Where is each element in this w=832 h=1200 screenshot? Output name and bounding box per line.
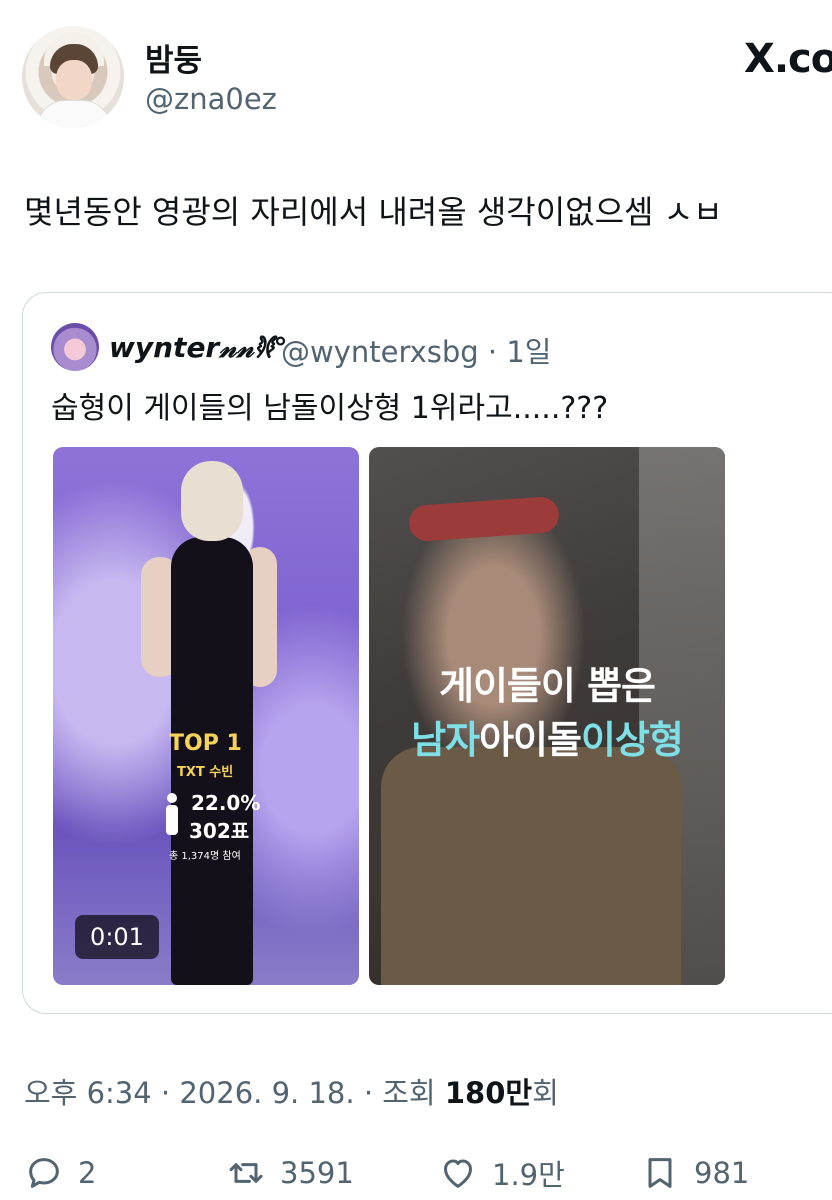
x-logo: X.co xyxy=(744,36,832,82)
like-button[interactable]: 1.9만 xyxy=(438,1150,565,1196)
reply-button[interactable]: 2 xyxy=(24,1150,96,1196)
retweet-icon xyxy=(229,1163,263,1183)
video-overlay-rank: TOP 1 xyxy=(169,731,242,756)
bookmark-button[interactable]: 981 xyxy=(640,1150,749,1196)
author-handle[interactable]: @zna0ez xyxy=(145,82,277,116)
view-count-suffix: 회 xyxy=(532,1076,559,1110)
retweet-button[interactable]: 3591 xyxy=(226,1150,354,1196)
video-overlay-name: TXT 수빈 xyxy=(177,765,234,780)
quoted-author-name[interactable]: wynter𝓃𝓃𐦍° xyxy=(109,331,288,369)
image-overlay-line2: 남자아이돌이상형 xyxy=(369,709,725,764)
action-bar: 2 3591 1.9만 981 xyxy=(0,1140,832,1200)
video-overlay-votes: 302표 xyxy=(189,819,250,843)
image-overlay-line2-b: 아이돌 xyxy=(479,718,582,762)
video-overlay-percent: 22.0% xyxy=(191,791,261,815)
bookmark-icon xyxy=(648,1158,672,1188)
quoted-video-thumbnail[interactable]: TOP 1 TXT 수빈 22.0% 302표 총 1,374명 참여 0:01 xyxy=(53,447,359,985)
view-count: 180만 xyxy=(444,1076,533,1110)
quoted-tweet[interactable]: wynter𝓃𝓃𐦍° @wynterxsbg · 1일 숩형이 게이들의 남돌이… xyxy=(22,292,832,1014)
person-icon xyxy=(166,793,178,835)
reply-icon xyxy=(29,1158,59,1188)
retweet-count: 3591 xyxy=(280,1156,354,1190)
quoted-author-handle-time[interactable]: @wynterxsbg · 1일 xyxy=(281,329,552,371)
quoted-tweet-text: 숩형이 게이들의 남돌이상형 1위라고.....??? xyxy=(51,391,609,426)
video-duration-badge: 0:01 xyxy=(75,915,159,959)
author-avatar[interactable] xyxy=(22,26,124,128)
reply-count: 2 xyxy=(78,1156,97,1190)
tweet-meta: 오후 6:34 · 2026. 9. 18. · 조회 180만회 xyxy=(24,1070,559,1112)
quoted-image-thumbnail[interactable]: 게이들이 뽑은 남자아이돌이상형 xyxy=(369,447,725,985)
tweet-timestamp[interactable]: 오후 6:34 · 2026. 9. 18. · 조회 xyxy=(24,1076,445,1110)
tweet-header: 밤둥 @zna0ez X.co xyxy=(0,0,832,140)
like-count: 1.9만 xyxy=(492,1158,565,1192)
tweet-text: 몇년동안 영광의 자리에서 내려올 생각이없으셈 ㅅㅂ xyxy=(24,193,723,231)
quoted-author-avatar[interactable] xyxy=(51,323,99,371)
image-overlay-line1: 게이들이 뽑은 xyxy=(439,664,656,708)
bookmark-count: 981 xyxy=(694,1156,750,1190)
like-icon xyxy=(444,1159,472,1188)
video-overlay-total: 총 1,374명 참여 xyxy=(169,851,241,862)
image-overlay-line2-c: 이상형 xyxy=(580,718,684,762)
author-display-name[interactable]: 밤둥 xyxy=(145,35,202,80)
image-overlay-line2-a: 남자 xyxy=(411,718,480,762)
